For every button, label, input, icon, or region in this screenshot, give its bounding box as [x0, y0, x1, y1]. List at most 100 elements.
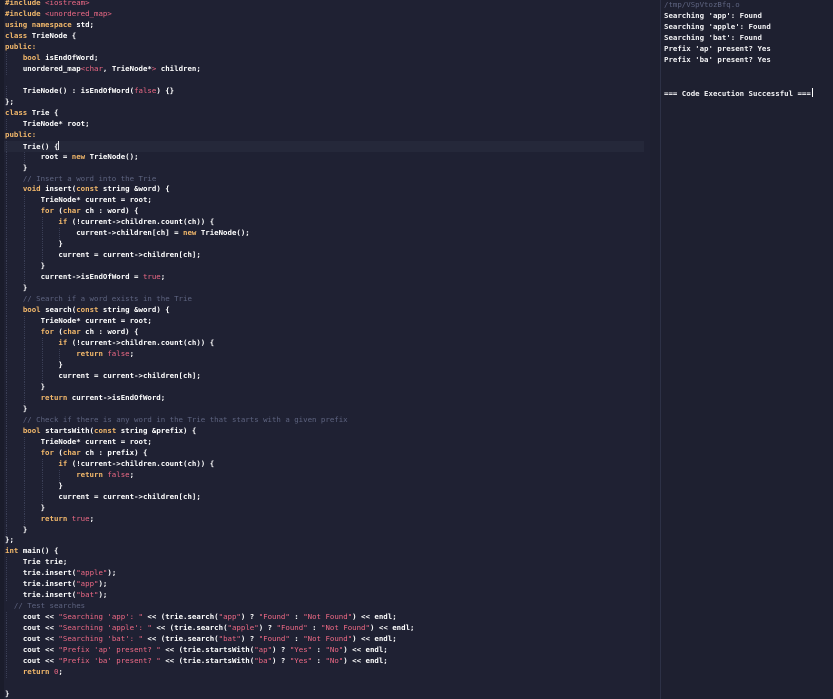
- code-token: Trie {: [31, 107, 59, 117]
- code-token: search(: [45, 305, 77, 315]
- code-line[interactable]: };: [4, 535, 644, 546]
- code-line[interactable]: }: [4, 689, 644, 699]
- code-line[interactable]: }: [4, 261, 644, 273]
- code-line[interactable]: trie.insert("apple");: [4, 568, 644, 580]
- code-line[interactable]: class Trie {: [4, 108, 644, 119]
- code-token: ) ?: [240, 634, 259, 644]
- code-line[interactable]: class TrieNode {: [4, 31, 644, 42]
- indent-guide: [6, 206, 7, 218]
- code-line[interactable]: }: [4, 502, 644, 514]
- code-line[interactable]: public:: [4, 130, 644, 141]
- code-line[interactable]: #include <iostream>: [4, 0, 644, 9]
- code-token: Trie trie;: [22, 557, 68, 567]
- code-line[interactable]: }: [4, 239, 644, 251]
- code-line[interactable]: // Test searches: [4, 601, 644, 612]
- code-line[interactable]: current = current->children[ch];: [4, 491, 644, 503]
- code-token: ) ?: [272, 645, 290, 655]
- code-editor[interactable]: #include <iostream> #include <unordered_m…: [0, 0, 650, 699]
- code-line[interactable]: cout << "Searching 'bat': " << (trie.sea…: [4, 634, 644, 646]
- code-line[interactable]: int main() {: [4, 546, 644, 557]
- code-line[interactable]: }: [4, 359, 644, 371]
- output-panel[interactable]: /tmp/VSpVtozBfq.o Searching 'app': Found…: [661, 0, 833, 699]
- code-line[interactable]: return current->isEndOfWord;: [4, 392, 644, 404]
- code-line[interactable]: }: [4, 480, 644, 492]
- code-line[interactable]: using namespace std;: [4, 20, 644, 31]
- code-line[interactable]: return false;: [4, 469, 644, 481]
- code-line[interactable]: // Search if a word exists in the Trie: [4, 294, 644, 306]
- code-token: << (trie.search(: [142, 634, 219, 644]
- code-line[interactable]: return true;: [4, 513, 644, 525]
- code-token: (!current->children.count(ch)) {: [71, 458, 215, 468]
- code-line[interactable]: TrieNode* current = root;: [4, 195, 644, 207]
- code-line[interactable]: [4, 75, 644, 86]
- code-line[interactable]: current->isEndOfWord = true;: [4, 272, 644, 284]
- code-line[interactable]: if (!current->children.count(ch)) {: [4, 338, 644, 349]
- code-line[interactable]: cout << "Searching 'app': " << (trie.sea…: [4, 612, 644, 624]
- code-line[interactable]: public:: [4, 42, 644, 53]
- code-line[interactable]: trie.insert("app");: [4, 579, 644, 591]
- code-token: "bat": [218, 634, 241, 644]
- code-token: :: [312, 645, 326, 655]
- code-lines[interactable]: #include <iostream> #include <unordered_m…: [4, 0, 644, 699]
- code-line[interactable]: unordered_map<char, TrieNode*> children;: [4, 63, 644, 75]
- indent-guide: [23, 469, 25, 481]
- code-line[interactable]: if (!current->children.count(ch)) {: [4, 458, 644, 470]
- code-line[interactable]: for (char ch : prefix) {: [4, 447, 644, 459]
- code-token: return: [76, 469, 108, 479]
- code-line[interactable]: // Insert a word into the Trie: [4, 173, 644, 185]
- indent-guide: [23, 491, 25, 503]
- indent-guide: [23, 502, 25, 514]
- code-line[interactable]: current->children[ch] = new TrieNode();: [4, 228, 644, 240]
- indent-guide: [23, 447, 25, 459]
- code-line[interactable]: }: [4, 162, 644, 174]
- code-line[interactable]: if (!current->children.count(ch)) {: [4, 217, 644, 229]
- code-token: ch : word) {: [85, 327, 139, 337]
- code-line[interactable]: Trie() {: [4, 140, 644, 152]
- code-token: return: [40, 513, 72, 523]
- code-token: << (trie.startsWith(: [160, 656, 255, 666]
- code-line[interactable]: }: [4, 283, 644, 295]
- code-line[interactable]: cout << "Prefix 'ap' present? " << (trie…: [4, 645, 644, 657]
- indent-guide: [6, 414, 7, 426]
- code-line[interactable]: TrieNode* current = root;: [4, 436, 644, 448]
- code-line[interactable]: TrieNode() : isEndOfWord(false) {}: [4, 85, 644, 97]
- code-token: ) {}: [156, 85, 175, 95]
- code-line[interactable]: Trie trie;: [4, 557, 644, 569]
- code-line[interactable]: }: [4, 403, 644, 415]
- code-line[interactable]: return 0;: [4, 667, 644, 679]
- code-line[interactable]: }: [4, 381, 644, 393]
- code-line[interactable]: TrieNode* current = root;: [4, 316, 644, 328]
- code-token: char: [62, 206, 86, 216]
- code-token: TrieNode* current = root;: [40, 316, 152, 326]
- indent-guide: [23, 250, 25, 262]
- code-line[interactable]: bool startsWith(const string &prefix) {: [4, 425, 644, 437]
- code-line[interactable]: }: [4, 524, 644, 536]
- indent-guide: [6, 359, 7, 371]
- code-token: // Insert a word into the Trie: [22, 173, 157, 183]
- code-line[interactable]: // Check if there is any word in the Tri…: [4, 414, 644, 426]
- code-line[interactable]: root = new TrieNode();: [4, 151, 644, 163]
- code-line[interactable]: current = current->children[ch];: [4, 250, 644, 262]
- code-token: ch : prefix) {: [85, 447, 148, 457]
- code-line[interactable]: TrieNode* root;: [4, 118, 644, 130]
- code-line[interactable]: cout << "Prefix 'ba' present? " << (trie…: [4, 656, 644, 668]
- code-line[interactable]: current = current->children[ch];: [4, 370, 644, 382]
- code-line[interactable]: for (char ch : word) {: [4, 327, 644, 339]
- indent-guide: [6, 239, 7, 251]
- code-line[interactable]: trie.insert("bat");: [4, 590, 644, 602]
- code-line[interactable]: void insert(const string &word) {: [4, 184, 644, 196]
- code-line[interactable]: #include <unordered_map>: [4, 9, 644, 20]
- code-line[interactable]: cout << "Searching 'apple': " << (trie.s…: [4, 623, 644, 635]
- code-line[interactable]: };: [4, 97, 644, 108]
- code-line[interactable]: bool isEndOfWord;: [4, 52, 644, 64]
- code-line[interactable]: for (char ch : word) {: [4, 206, 644, 218]
- code-line[interactable]: bool search(const string &word) {: [4, 305, 644, 317]
- code-line[interactable]: return false;: [4, 349, 644, 360]
- code-line[interactable]: [4, 678, 644, 689]
